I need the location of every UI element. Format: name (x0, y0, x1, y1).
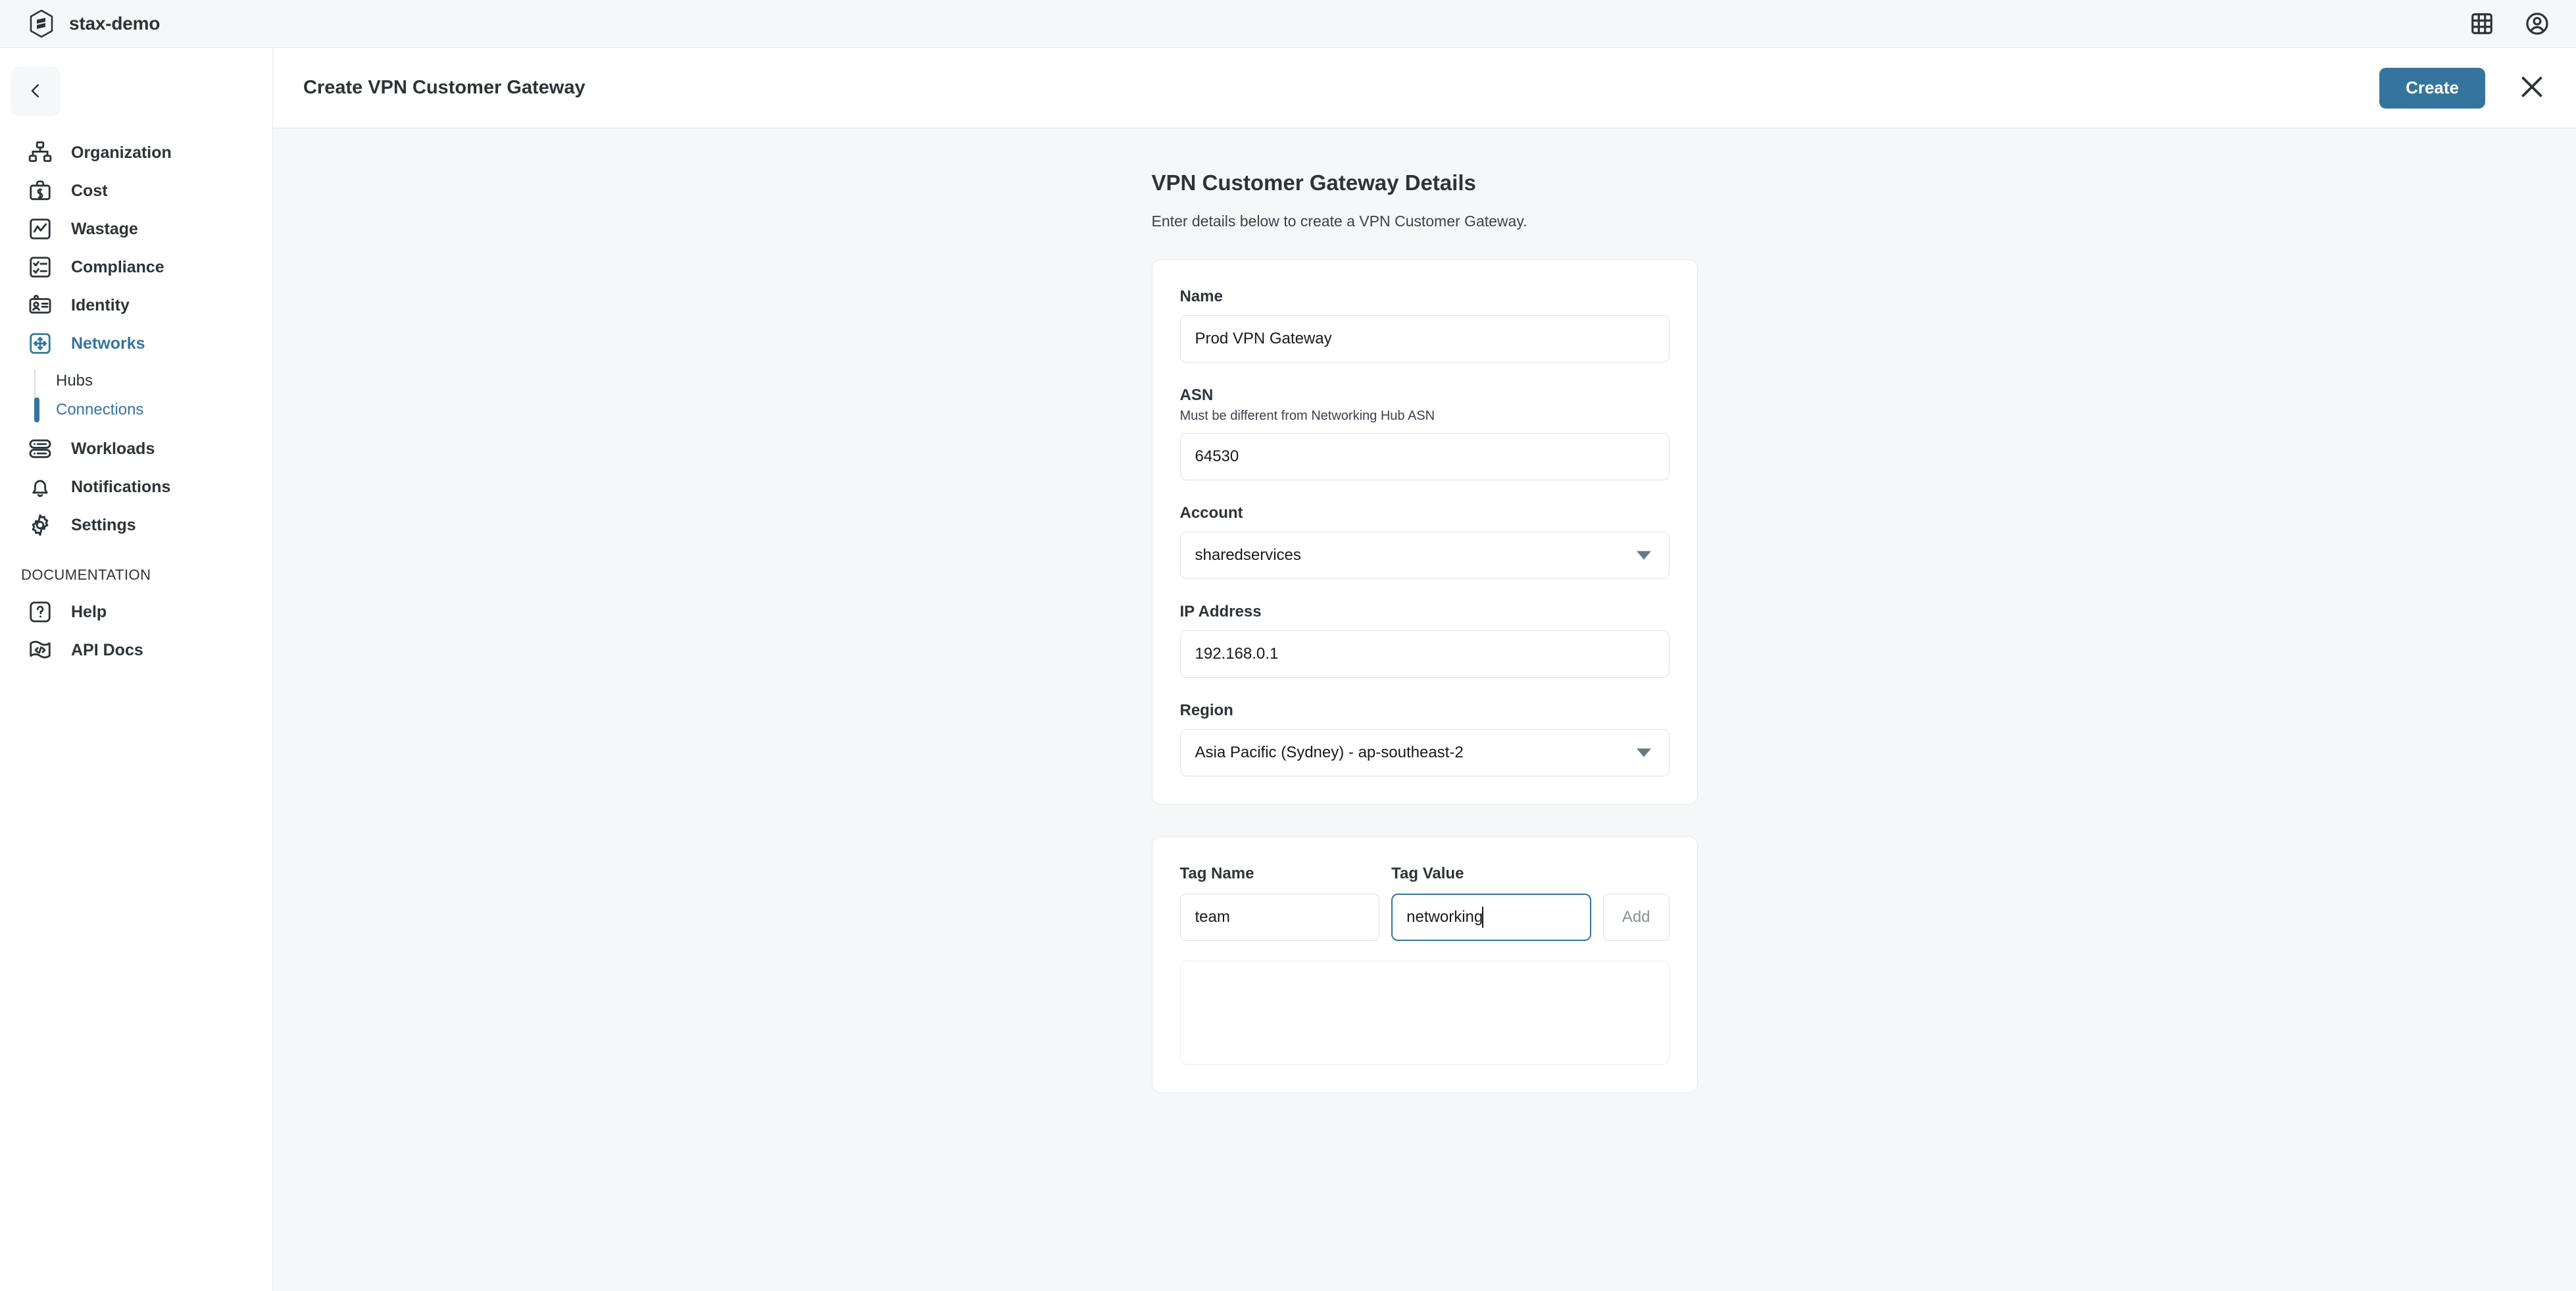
asn-label: ASN (1179, 386, 1214, 404)
sidebar-item-label: API Docs (71, 640, 143, 659)
app-root: stax-demo Organization Cost Wastage Comp… (0, 0, 2576, 1291)
sidebar-item-notifications[interactable]: Notifications (0, 468, 272, 506)
sidebar-item-settings[interactable]: Settings (0, 506, 272, 544)
stax-hexagon-logo-icon (28, 9, 55, 38)
chevron-left-icon (26, 81, 45, 103)
brand-name: stax-demo (69, 13, 161, 34)
sidebar-item-help[interactable]: Help (0, 593, 272, 631)
code-flag-icon (28, 638, 53, 663)
bell-icon (28, 474, 53, 499)
tag-value-col: Tag Value (1391, 865, 1591, 941)
subitem-label: Hubs (56, 372, 93, 390)
tag-name-label: Tag Name (1179, 865, 1254, 882)
sidebar-subitem-hubs[interactable]: Hubs (34, 367, 272, 395)
sidebar-item-identity[interactable]: Identity (0, 286, 272, 324)
question-mark-box-icon (28, 599, 53, 624)
tag-name-col: Tag Name (1179, 865, 1380, 941)
tag-input-row: Tag Name Tag Value Add (1179, 865, 1670, 941)
field-account: Account (1179, 504, 1670, 579)
sidebar-item-cost[interactable]: Cost (0, 172, 272, 210)
page-title: Create VPN Customer Gateway (303, 77, 585, 98)
add-tag-button[interactable]: Add (1602, 894, 1670, 941)
close-x-icon (2517, 72, 2547, 104)
user-account-circle-icon[interactable] (2525, 11, 2550, 36)
region-label: Region (1179, 701, 1233, 719)
primary-nav: Organization Cost Wastage Compliance Ide… (0, 134, 272, 669)
region-select-wrap (1179, 729, 1670, 776)
topbar-icons (2469, 11, 2550, 36)
name-input[interactable] (1179, 315, 1670, 363)
tag-value-wrap (1391, 894, 1591, 941)
ip-address-label: IP Address (1179, 603, 1262, 620)
form-wrapper: VPN Customer Gateway Details Enter detai… (1151, 170, 1698, 1093)
field-ip-address: IP Address (1179, 603, 1670, 678)
sidebar-item-networks[interactable]: Networks (0, 324, 272, 363)
tag-value-label: Tag Value (1391, 865, 1464, 882)
chart-line-box-icon (28, 216, 53, 241)
grid-apps-icon[interactable] (2469, 11, 2494, 36)
sidebar-item-wastage[interactable]: Wastage (0, 210, 272, 248)
briefcase-dollar-icon (28, 178, 53, 203)
name-label: Name (1179, 288, 1223, 305)
id-badge-icon (28, 293, 53, 318)
sidebar-item-label: Workloads (71, 439, 155, 458)
close-button[interactable] (2514, 70, 2550, 106)
sidebar-item-label: Networks (71, 334, 145, 353)
field-name: Name (1179, 288, 1670, 363)
sidebar-item-label: Cost (71, 181, 108, 200)
org-chart-icon (28, 140, 53, 165)
account-select[interactable] (1179, 532, 1670, 579)
create-button[interactable]: Create (2379, 67, 2485, 109)
asn-input[interactable] (1179, 433, 1670, 480)
region-select[interactable] (1179, 729, 1670, 776)
tags-card: Tag Name Tag Value Add (1151, 836, 1698, 1093)
panel: Create VPN Customer Gateway Create VPN C… (273, 48, 2576, 1291)
form-title: VPN Customer Gateway Details (1151, 170, 1476, 195)
field-asn: ASN Must be different from Networking Hu… (1179, 386, 1670, 480)
sidebar-item-label: Help (71, 602, 107, 621)
sidebar-item-label: Organization (71, 143, 172, 162)
added-tags-list (1179, 961, 1670, 1065)
account-label: Account (1179, 504, 1243, 522)
server-stack-icon (28, 436, 53, 461)
form-subtitle: Enter details below to create a VPN Cust… (1151, 213, 1527, 230)
network-move-arrows-icon (28, 331, 53, 356)
panel-header: Create VPN Customer Gateway Create (273, 48, 2576, 128)
details-card: Name ASN Must be different from Networki… (1151, 259, 1698, 805)
nav-section-title: DOCUMENTATION (21, 567, 151, 583)
sidebar-item-workloads[interactable]: Workloads (0, 430, 272, 468)
field-region: Region (1179, 701, 1670, 776)
sidebar-item-compliance[interactable]: Compliance (0, 248, 272, 286)
brand[interactable]: stax-demo (28, 9, 160, 38)
account-select-wrap (1179, 532, 1670, 579)
sidebar-item-label: Notifications (71, 477, 171, 496)
sidebar-item-label: Wastage (71, 219, 138, 238)
tag-value-input[interactable] (1391, 894, 1591, 941)
asn-hint: Must be different from Networking Hub AS… (1179, 409, 1435, 423)
back-button[interactable] (11, 66, 61, 116)
body: Organization Cost Wastage Compliance Ide… (0, 48, 2576, 1291)
tag-name-input[interactable] (1179, 894, 1380, 941)
ip-address-input[interactable] (1179, 630, 1670, 678)
subitem-label: Connections (56, 401, 144, 418)
sidebar-item-organization[interactable]: Organization (0, 134, 272, 172)
sidebar-item-api-docs[interactable]: API Docs (0, 631, 272, 669)
gear-icon (28, 513, 53, 538)
sidebar-item-label: Settings (71, 515, 136, 534)
sidebar-subitem-connections[interactable]: Connections (34, 395, 272, 424)
top-bar: stax-demo (0, 0, 2576, 48)
checklist-box-icon (28, 255, 53, 280)
networks-subnav: Hubs Connections (0, 367, 272, 424)
sidebar: Organization Cost Wastage Compliance Ide… (0, 48, 273, 1291)
sidebar-item-label: Identity (71, 295, 130, 315)
sidebar-item-label: Compliance (71, 257, 164, 276)
panel-content: VPN Customer Gateway Details Enter detai… (273, 128, 2576, 1291)
